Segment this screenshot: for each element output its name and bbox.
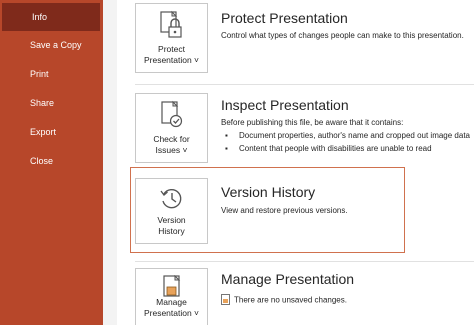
inspect-bullet: ▪ Content that people with disabilities a… xyxy=(225,144,432,153)
manage-desc-row: There are no unsaved changes. xyxy=(221,294,347,307)
version-title: Version History xyxy=(221,184,316,200)
nav-close[interactable]: Close xyxy=(0,147,100,175)
inspect-bullet-text: Content that people with disabilities ar… xyxy=(239,144,432,153)
inspect-document-icon xyxy=(158,100,186,137)
inspect-bullet-text: Document properties, author's name and c… xyxy=(239,131,470,140)
check-for-issues-button[interactable]: Check for Issues ˅ xyxy=(135,93,208,163)
manage-desc: There are no unsaved changes. xyxy=(234,295,347,305)
protect-desc: Control what types of changes people can… xyxy=(221,31,464,40)
nav-share[interactable]: Share xyxy=(0,89,100,117)
inspect-label-line2: Issues ˅ xyxy=(155,145,188,155)
sidebar-gap xyxy=(103,0,117,325)
backstage-sidebar: Info Save a Copy Print Share Export Clos… xyxy=(0,0,103,325)
manage-label-line2: Presentation ˅ xyxy=(143,308,200,318)
nav-print[interactable]: Print xyxy=(0,60,100,88)
bullet-icon: ▪ xyxy=(225,131,228,140)
lock-icon xyxy=(158,10,186,47)
version-desc: View and restore previous versions. xyxy=(221,206,348,215)
inspect-bullet: ▪ Document properties, author's name and … xyxy=(225,131,470,140)
info-panel: Protect Presentation ˅ Protect Presentat… xyxy=(117,0,474,325)
version-label-line2: History xyxy=(158,226,185,236)
divider xyxy=(135,84,474,85)
inspect-title: Inspect Presentation xyxy=(221,97,349,113)
bullet-icon: ▪ xyxy=(225,144,228,153)
inspect-desc: Before publishing this file, be aware th… xyxy=(221,118,404,127)
nav-save-a-copy[interactable]: Save a Copy xyxy=(0,31,100,59)
divider xyxy=(135,261,474,262)
protect-presentation-button[interactable]: Protect Presentation ˅ xyxy=(135,3,208,73)
nav-export[interactable]: Export xyxy=(0,118,100,146)
protect-title: Protect Presentation xyxy=(221,10,348,26)
history-clock-icon xyxy=(158,185,186,218)
document-small-icon xyxy=(221,294,230,307)
manage-presentation-button[interactable]: Manage Presentation ˅ xyxy=(135,268,208,325)
nav-info[interactable]: Info xyxy=(2,3,100,31)
manage-document-icon xyxy=(158,274,186,306)
manage-title: Manage Presentation xyxy=(221,271,355,287)
version-history-button[interactable]: Version History xyxy=(135,178,208,244)
protect-label-line2: Presentation ˅ xyxy=(143,55,200,65)
